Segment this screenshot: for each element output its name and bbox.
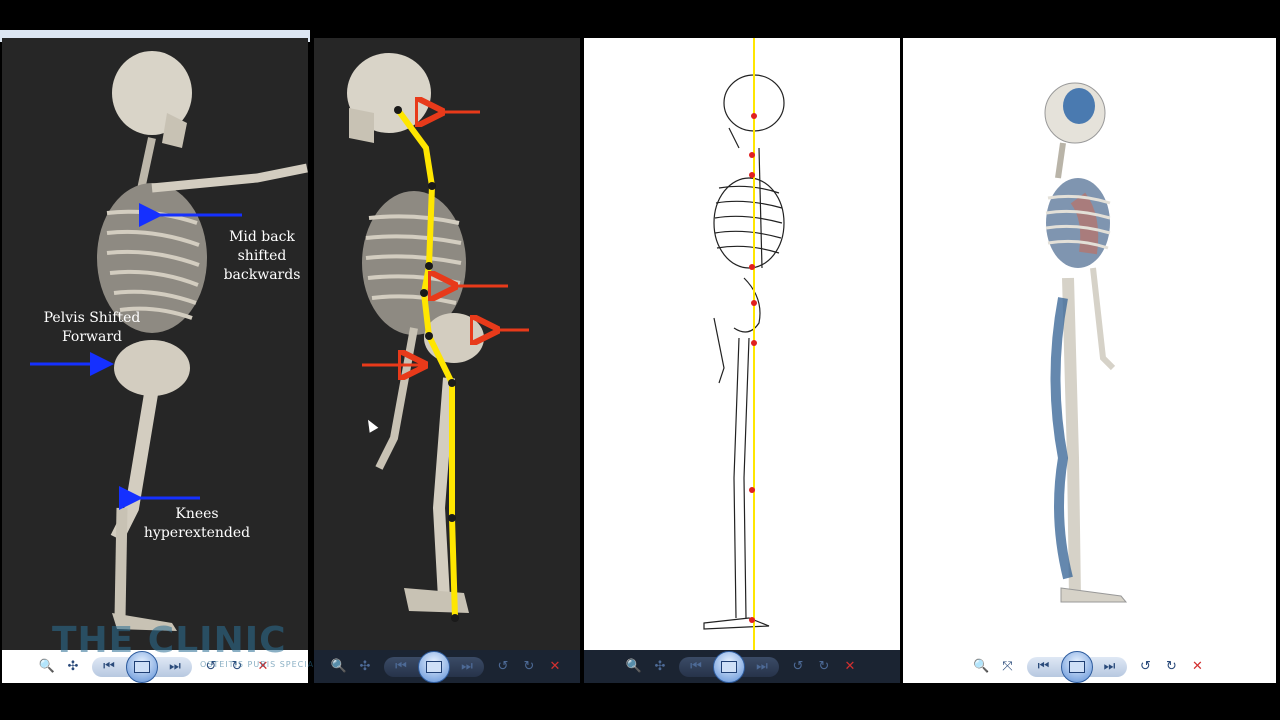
viewer-panel-1: Mid back shifted backwards Pelvis Shifte… bbox=[2, 38, 308, 683]
zoom-icon[interactable]: 🔍 bbox=[326, 656, 352, 678]
next-icon[interactable]: ⏭ bbox=[1097, 656, 1123, 678]
nav-group: ⏮ ⏭ bbox=[384, 650, 484, 683]
slideshow-icon[interactable] bbox=[418, 650, 450, 683]
previous-icon[interactable]: ⏮ bbox=[683, 656, 709, 678]
nav-group: ⏮ ⏭ bbox=[679, 650, 779, 683]
clinic-watermark: THE CLINIC bbox=[52, 620, 287, 661]
viewer-toolbar-3: 🔍 ✣ ⏮ ⏭ ↺ ↻ ✕ bbox=[584, 650, 900, 683]
delete-icon[interactable]: ✕ bbox=[542, 656, 568, 678]
next-icon[interactable]: ⏭ bbox=[454, 656, 480, 678]
viewer-toolbar-4: 🔍 ⤧ ⏮ ⏭ ↺ ↻ ✕ bbox=[903, 650, 1276, 683]
fit-icon[interactable]: ✣ bbox=[647, 656, 673, 678]
delete-icon[interactable]: ✕ bbox=[837, 656, 863, 678]
rotate-left-icon[interactable]: ↺ bbox=[785, 656, 811, 678]
zoom-icon[interactable]: 🔍 bbox=[621, 656, 647, 678]
rotate-right-icon[interactable]: ↻ bbox=[1159, 656, 1185, 678]
fit-icon[interactable]: ⤧ bbox=[995, 656, 1021, 678]
viewer-panel-4: 🔍 ⤧ ⏮ ⏭ ↺ ↻ ✕ bbox=[903, 38, 1276, 683]
slideshow-icon[interactable] bbox=[1060, 650, 1093, 683]
zoom-icon[interactable]: 🔍 bbox=[969, 656, 995, 678]
viewer-panel-2: 🔍 ✣ ⏮ ⏭ ↺ ↻ ✕ bbox=[314, 38, 580, 683]
delete-icon[interactable]: ✕ bbox=[1185, 656, 1211, 678]
rotate-right-icon[interactable]: ↻ bbox=[811, 656, 837, 678]
next-icon[interactable]: ⏭ bbox=[749, 656, 775, 678]
skeleton-muscle-illustration bbox=[1044, 82, 1128, 603]
viewer-toolbar-2: 🔍 ✣ ⏮ ⏭ ↺ ↻ ✕ bbox=[314, 650, 580, 683]
previous-icon[interactable]: ⏮ bbox=[1031, 656, 1057, 678]
plumb-line-skeleton-diagram bbox=[584, 38, 900, 650]
previous-icon[interactable]: ⏮ bbox=[388, 656, 414, 678]
fit-icon[interactable]: ✣ bbox=[352, 656, 378, 678]
rotate-right-icon[interactable]: ↻ bbox=[516, 656, 542, 678]
nav-group: ⏮ ⏭ bbox=[1026, 650, 1127, 683]
slideshow-icon[interactable] bbox=[713, 650, 745, 683]
skeleton-alignment-illustration bbox=[347, 53, 529, 622]
rotate-left-icon[interactable]: ↺ bbox=[490, 656, 516, 678]
viewer-panel-3: 🔍 ✣ ⏮ ⏭ ↺ ↻ ✕ bbox=[584, 38, 900, 683]
label-mid-back: Mid back shifted backwards bbox=[223, 229, 301, 283]
label-pelvis: Pelvis Shifted Forward bbox=[43, 310, 141, 345]
rotate-left-icon[interactable]: ↺ bbox=[1133, 656, 1159, 678]
label-knees: Knees hyperextended bbox=[143, 506, 251, 541]
